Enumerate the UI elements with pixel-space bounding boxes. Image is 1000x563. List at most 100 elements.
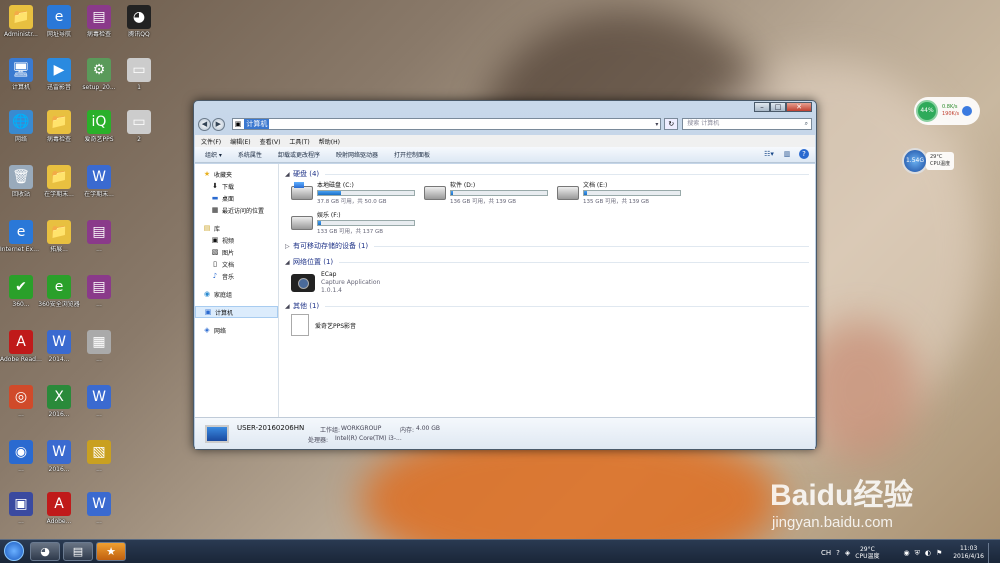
refresh-button[interactable]: ↻ — [664, 118, 679, 130]
search-input[interactable]: 搜索 计算机 ⌕ — [682, 118, 813, 130]
collapse-icon[interactable]: ◢ — [285, 303, 293, 310]
menu-edit[interactable]: 编辑(E) — [230, 137, 250, 146]
nav-favorites[interactable]: ★ 收藏夹 — [195, 168, 278, 180]
desktop-shortcut[interactable]: A Adobe Reader XI — [0, 330, 42, 363]
desktop-shortcut[interactable]: 📁 Administr... — [0, 5, 42, 38]
desktop-shortcut[interactable]: e 网址导航 — [38, 5, 80, 38]
group-removable[interactable]: ▷ 有可移动存储的设备 (1) — [285, 240, 809, 252]
desktop-shortcut[interactable]: 🗑 回收站 — [0, 165, 42, 198]
view-options-icon[interactable]: ☷▾ — [763, 149, 775, 160]
desktop-shortcut[interactable]: e Internet Explorer — [0, 220, 42, 253]
desktop-shortcut[interactable]: ◉... — [0, 440, 42, 473]
system-properties-button[interactable]: 系统属性 — [238, 150, 262, 159]
back-button[interactable]: ◀ — [198, 117, 211, 131]
collapse-icon[interactable]: ◢ — [285, 259, 293, 266]
drive-item[interactable]: 本地磁盘 (C:) 37.8 GB 可用，共 50.0 GB — [291, 180, 424, 206]
network-device-ecap[interactable]: ECap Capture Application 1.0.1.4 — [285, 268, 809, 298]
desktop-shortcut[interactable]: iQ 爱奇艺PPS — [78, 110, 120, 143]
taskbar-app-icon[interactable]: ★ — [96, 542, 126, 561]
drive-item[interactable]: 文档 (E:) 135 GB 可用，共 139 GB — [557, 180, 690, 206]
nav-network[interactable]: ◈ 网络 — [195, 324, 278, 336]
nav-desktop[interactable]: ▬ 桌面 — [195, 192, 278, 204]
desktop-shortcut[interactable]: W 在学期末... — [78, 165, 120, 198]
start-button[interactable] — [4, 541, 24, 561]
tray-app-icon[interactable]: ◉ — [903, 549, 909, 557]
shield-icon[interactable]: ⛨ — [915, 549, 920, 558]
nav-music[interactable]: ♪ 音乐 — [195, 270, 278, 282]
nav-pictures[interactable]: ▧ 图片 — [195, 246, 278, 258]
desktop-shortcut[interactable]: ▤ 病毒检查 — [78, 5, 120, 38]
group-network-locations[interactable]: ◢ 网络位置 (1) — [285, 256, 809, 268]
desktop-shortcut[interactable]: 🌐 网络 — [0, 110, 42, 143]
help-icon[interactable]: ? — [799, 149, 809, 159]
address-bar[interactable]: ▣ 计算机 ▾ — [231, 118, 662, 130]
desktop-shortcut[interactable]: ▤... — [78, 275, 120, 308]
close-button[interactable]: ✕ — [786, 102, 812, 112]
desktop-shortcut[interactable]: W... — [78, 492, 120, 525]
address-crumb[interactable]: 计算机 — [244, 119, 270, 129]
nav-videos[interactable]: ▣ 视频 — [195, 234, 278, 246]
desktop-shortcut[interactable]: A Adobe... — [38, 492, 80, 525]
menu-view[interactable]: 查看(V) — [260, 137, 281, 146]
drive-item[interactable]: 软件 (D:) 136 GB 可用，共 139 GB — [424, 180, 557, 206]
desktop-shortcut[interactable]: ▣... — [0, 492, 42, 525]
desktop-shortcut[interactable]: ⚙ setup_20... — [78, 58, 120, 91]
uninstall-program-button[interactable]: 卸载或更改程序 — [278, 150, 320, 159]
desktop-shortcut[interactable]: ▭ 1 — [118, 58, 160, 91]
group-other[interactable]: ◢ 其他 (1) — [285, 300, 809, 312]
network-status-icon[interactable]: ◈ — [845, 549, 850, 557]
desktop-shortcut[interactable]: W 2014... — [38, 330, 80, 363]
organize-button[interactable]: 组织 ▾ — [205, 150, 222, 159]
nav-libraries[interactable]: ▤ 库 — [195, 222, 278, 234]
show-desktop-button[interactable] — [988, 543, 996, 563]
nav-computer[interactable]: ▣ 计算机 — [195, 306, 278, 318]
flag-icon[interactable]: ⚑ — [936, 549, 942, 557]
help-icon[interactable]: ? — [836, 549, 840, 557]
cpu-gadget[interactable]: 1.54G 29°C CPU温度 — [902, 148, 966, 174]
expand-icon[interactable]: ▷ — [285, 243, 293, 250]
taskbar-explorer-icon[interactable]: ▤ — [63, 542, 93, 561]
map-network-drive-button[interactable]: 映射网络驱动器 — [336, 150, 378, 159]
minimize-button[interactable]: – — [754, 102, 770, 112]
nav-downloads[interactable]: ⬇ 下载 — [195, 180, 278, 192]
desktop-shortcut[interactable]: ▤... — [78, 220, 120, 253]
speaker-icon[interactable]: ◐ — [925, 549, 931, 557]
title-bar[interactable]: – □ ✕ — [194, 101, 816, 115]
desktop-shortcut[interactable]: 🖥 计算机 — [0, 58, 42, 91]
desktop-shortcut[interactable]: X 2016... — [38, 385, 80, 418]
chevron-down-icon[interactable]: ▾ — [655, 121, 658, 128]
group-hard-disks[interactable]: ◢ 硬盘 (4) — [285, 168, 809, 180]
desktop-shortcut[interactable]: ▭ 2 — [118, 110, 160, 143]
clock[interactable]: 11:03 2016/4/16 — [953, 545, 984, 561]
desktop-shortcut[interactable]: ▧... — [78, 440, 120, 473]
forward-button[interactable]: ▶ — [211, 117, 225, 131]
desktop-shortcut[interactable]: ✔ 360... — [0, 275, 42, 308]
desktop-shortcut[interactable]: ▦... — [78, 330, 120, 363]
menu-help[interactable]: 帮助(H) — [319, 137, 340, 146]
language-indicator[interactable]: CH — [821, 549, 831, 557]
nav-recent[interactable]: ▦ 最近访问的位置 — [195, 204, 278, 216]
network-gadget[interactable]: 44% 0.8K/s 190K/s — [914, 97, 980, 125]
tray-cpu-temp[interactable]: 29°C CPU温度 — [855, 546, 879, 560]
preview-pane-icon[interactable]: ▥ — [781, 149, 793, 160]
desktop-shortcut[interactable]: 📁 病毒检查 — [38, 110, 80, 143]
desktop-shortcut[interactable]: W... — [78, 385, 120, 418]
drive-item[interactable]: 娱乐 (F:) 133 GB 可用，共 137 GB — [291, 210, 424, 236]
nav-documents[interactable]: ▯ 文档 — [195, 258, 278, 270]
desktop-shortcut[interactable]: e 360安全浏览器 — [38, 275, 80, 308]
open-control-panel-button[interactable]: 打开控制面板 — [394, 150, 430, 159]
menu-file[interactable]: 文件(F) — [201, 137, 221, 146]
menu-tools[interactable]: 工具(T) — [289, 137, 309, 146]
taskbar-360-browser-icon[interactable]: ◕ — [30, 542, 60, 561]
other-item-pps[interactable]: 爱奇艺PPS影音 — [285, 312, 809, 338]
collapse-icon[interactable]: ◢ — [285, 171, 293, 178]
desktop-shortcut[interactable]: 📁 拓展... — [38, 220, 80, 253]
desktop-shortcut[interactable]: 📁 在学期末... — [38, 165, 80, 198]
maximize-button[interactable]: □ — [770, 102, 786, 112]
desktop-shortcut[interactable]: ◕ 腾讯QQ — [118, 5, 160, 38]
shortcut-icon: 📁 — [47, 220, 71, 244]
nav-homegroup[interactable]: ◉ 家庭组 — [195, 288, 278, 300]
desktop-shortcut[interactable]: ▶ 迅雷影音 — [38, 58, 80, 91]
desktop-shortcut[interactable]: W 2016... — [38, 440, 80, 473]
desktop-shortcut[interactable]: ◎... — [0, 385, 42, 418]
